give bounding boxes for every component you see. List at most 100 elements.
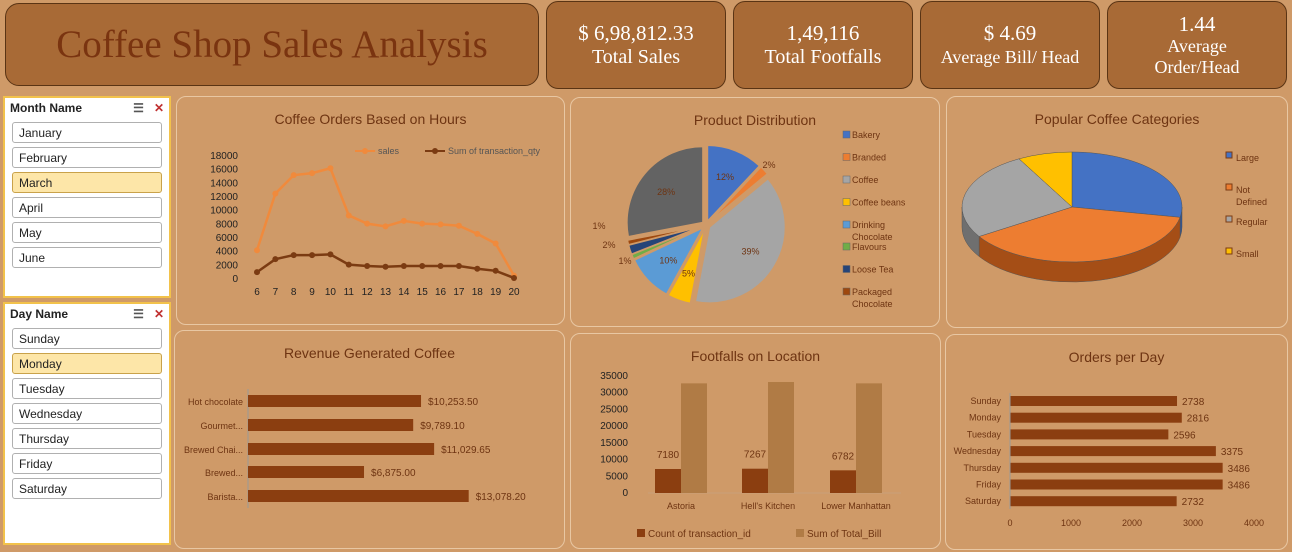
bar-data-label: 3486 bbox=[1228, 481, 1251, 492]
bar-data-label: 7180 bbox=[657, 450, 680, 461]
data-point bbox=[382, 223, 389, 230]
slicer-item-february[interactable]: February bbox=[12, 147, 162, 168]
x-tick-label: 6 bbox=[254, 287, 260, 298]
legend-label: Packaged bbox=[852, 287, 892, 297]
bar-sum-of-total-bill bbox=[681, 383, 707, 493]
multi-select-icon[interactable]: ☰ bbox=[133, 101, 144, 115]
y-tick-label: 4000 bbox=[216, 247, 239, 258]
x-tick-label: 9 bbox=[309, 287, 315, 298]
data-point bbox=[272, 190, 279, 197]
x-tick-label: 10 bbox=[325, 287, 337, 298]
coffee-categories-panel: Popular Coffee Categories Large Not Define… bbox=[946, 96, 1288, 328]
kpi-average-bill: $ 4.69 Average Bill/ Head bbox=[920, 1, 1100, 89]
slicer-item-wednesday[interactable]: Wednesday bbox=[12, 403, 162, 424]
y-tick-label: 20000 bbox=[600, 421, 628, 432]
legend-label: Bakery bbox=[852, 130, 881, 140]
footfalls-chart: 0 5000 10000 15000 20000 25000 30000 35000 Astor… bbox=[600, 371, 901, 540]
orders-by-hour-panel: Coffee Orders Based on Hours 0 2000 4000 60… bbox=[176, 96, 565, 325]
legend-swatch bbox=[1225, 183, 1233, 191]
data-point bbox=[309, 252, 316, 259]
pie-data-label: 1% bbox=[592, 221, 605, 231]
bar-data-label: 2816 bbox=[1187, 414, 1210, 425]
legend-swatch bbox=[842, 153, 851, 161]
slicer-item-monday[interactable]: Monday bbox=[12, 353, 162, 374]
dashboard-title: Coffee Shop Sales Analysis bbox=[56, 23, 488, 66]
pie-data-label: 2% bbox=[602, 240, 615, 250]
slicer-item-thursday[interactable]: Thursday bbox=[12, 428, 162, 449]
x-tick-label: 1000 bbox=[1061, 518, 1081, 528]
y-tick-label: 6000 bbox=[216, 233, 239, 244]
x-tick-label: 11 bbox=[344, 287, 355, 298]
bar-data-label: $9,789.10 bbox=[420, 421, 465, 432]
slicer-item-march[interactable]: March bbox=[12, 172, 162, 193]
data-point bbox=[437, 263, 444, 270]
y-tick-label: 10000 bbox=[210, 206, 238, 217]
data-point bbox=[254, 247, 260, 254]
y-tick-label: 12000 bbox=[210, 192, 238, 203]
pie-data-label: 2% bbox=[762, 160, 775, 170]
product-distribution-panel: Product Distribution 12% 2% 39% 5% 10% 1% 2% 1%… bbox=[570, 97, 940, 327]
x-tick-label: 3000 bbox=[1183, 518, 1203, 528]
data-point bbox=[419, 263, 426, 270]
pie-data-label: 5% bbox=[682, 269, 695, 279]
legend-label: sales bbox=[378, 146, 400, 156]
x-tick-label: Hell's Kitchen bbox=[741, 501, 795, 511]
bar-count-of-transaction-id bbox=[655, 468, 681, 493]
slicer-item-sunday[interactable]: Sunday bbox=[12, 328, 162, 349]
legend-swatch bbox=[1225, 215, 1233, 223]
y-tick-label: Tuesday bbox=[967, 429, 1002, 439]
data-point bbox=[327, 251, 334, 258]
pie-data-label: 1% bbox=[618, 256, 631, 266]
slicer-header: Month Name ☰ ✕ bbox=[5, 98, 169, 118]
kpi-value: 1,49,116 bbox=[786, 21, 860, 45]
legend-label: Not bbox=[1236, 185, 1251, 195]
orders-per-day-chart: Sunday 2738 Monday 2816 Tuesday 2596 Wednesday… bbox=[954, 393, 1264, 528]
data-point bbox=[364, 220, 371, 227]
kpi-label: Total Sales bbox=[591, 46, 681, 68]
bar-count-of-transaction-id bbox=[830, 470, 856, 493]
pie-data-label: 39% bbox=[741, 246, 759, 256]
data-point bbox=[345, 261, 352, 268]
bar-saturday bbox=[1010, 496, 1177, 507]
y-tick-label: 14000 bbox=[210, 178, 238, 189]
clear-filter-icon[interactable]: ✕ bbox=[154, 307, 164, 321]
slicer-item-tuesday[interactable]: Tuesday bbox=[12, 378, 162, 399]
slicer-item-saturday[interactable]: Saturday bbox=[12, 478, 162, 499]
y-tick-label: Hot chocolate bbox=[188, 397, 243, 407]
clear-filter-icon[interactable]: ✕ bbox=[154, 101, 164, 115]
bar-wednesday bbox=[1010, 446, 1216, 457]
legend-swatch-marker bbox=[432, 148, 438, 154]
y-tick-label: 8000 bbox=[216, 219, 239, 230]
legend-label: Coffee bbox=[852, 175, 878, 185]
slicer-item-january[interactable]: January bbox=[12, 122, 162, 143]
slicer-item-may[interactable]: May bbox=[12, 222, 162, 243]
revenue-panel: Revenue Generated Coffee Hot chocolate $1… bbox=[174, 330, 565, 549]
kpi-total-sales: $ 6,98,812.33 Total Sales bbox=[546, 1, 726, 89]
legend-label: Sum of Total_Bill bbox=[807, 529, 881, 540]
slicer-item-friday[interactable]: Friday bbox=[12, 453, 162, 474]
data-point bbox=[492, 240, 499, 247]
bar-data-label: $13,078.20 bbox=[476, 492, 526, 503]
legend-swatch bbox=[842, 175, 851, 184]
data-point bbox=[290, 172, 297, 179]
y-tick-label: Brewed... bbox=[205, 468, 243, 478]
footfalls-panel: Footfalls on Location 0 5000 10000 15000 200… bbox=[570, 333, 941, 549]
data-point bbox=[455, 222, 462, 229]
slicer-item-june[interactable]: June bbox=[12, 247, 162, 268]
data-point bbox=[254, 269, 260, 276]
kpi-label: Total Footfalls bbox=[764, 46, 882, 68]
y-tick-label: 25000 bbox=[600, 404, 628, 415]
x-tick-label: 8 bbox=[291, 287, 297, 298]
legend-label: Small bbox=[1236, 249, 1259, 259]
bar-data-label: 3486 bbox=[1228, 464, 1251, 475]
bar-data-label: $6,875.00 bbox=[371, 468, 416, 479]
series-line-sales bbox=[255, 166, 516, 277]
x-tick-label: 7 bbox=[273, 287, 279, 298]
month-slicer: Month Name ☰ ✕ January February March April… bbox=[3, 96, 171, 298]
bar-data-label: 2596 bbox=[1173, 430, 1196, 441]
slicer-item-april[interactable]: April bbox=[12, 197, 162, 218]
multi-select-icon[interactable]: ☰ bbox=[133, 307, 144, 321]
data-point bbox=[400, 217, 407, 224]
y-tick-label: 15000 bbox=[600, 438, 628, 449]
data-point bbox=[474, 230, 481, 237]
